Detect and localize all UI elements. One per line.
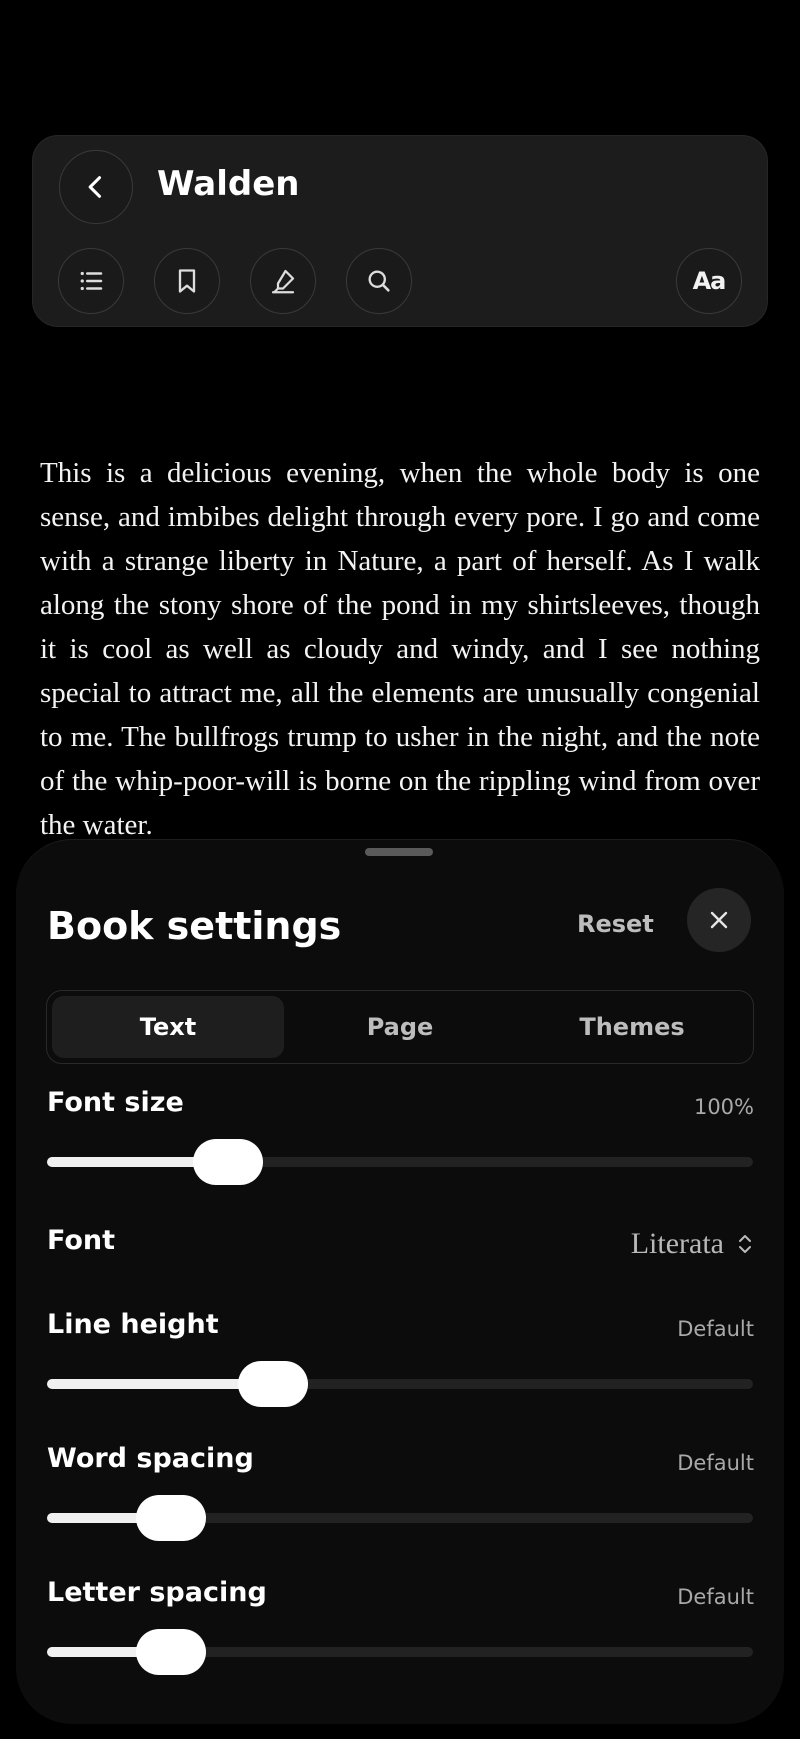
tab-text[interactable]: Text	[52, 996, 284, 1058]
slider-thumb[interactable]	[237, 1361, 308, 1407]
bookmark-icon	[178, 269, 196, 293]
font-size-label: Font size	[47, 1087, 184, 1118]
highlight-button[interactable]	[250, 248, 316, 314]
book-text: This is a delicious evening, when the wh…	[40, 457, 760, 841]
line-height-value: Default	[677, 1317, 754, 1341]
slider-thumb[interactable]	[136, 1495, 207, 1541]
slider-thumb[interactable]	[193, 1139, 264, 1185]
reset-button[interactable]: Reset	[577, 910, 654, 938]
font-select-value: Literata	[630, 1227, 724, 1260]
sheet-drag-handle[interactable]	[365, 848, 433, 856]
tab-themes[interactable]: Themes	[516, 996, 748, 1058]
word-spacing-value: Default	[677, 1451, 754, 1475]
bookmark-button[interactable]	[154, 248, 220, 314]
close-button[interactable]	[687, 888, 751, 952]
highlighter-icon	[271, 269, 295, 294]
tab-page[interactable]: Page	[284, 996, 516, 1058]
letter-spacing-value: Default	[677, 1585, 754, 1609]
font-select[interactable]: Literata	[631, 1227, 754, 1261]
list-icon	[80, 271, 103, 291]
chevron-left-icon	[88, 176, 102, 198]
word-spacing-slider[interactable]	[47, 1495, 753, 1541]
table-of-contents-button[interactable]	[58, 248, 124, 314]
settings-tabs: Text Page Themes	[46, 990, 754, 1064]
letter-spacing-slider[interactable]	[47, 1629, 753, 1675]
sheet-title: Book settings	[47, 904, 342, 948]
text-settings-button[interactable]: Aa	[676, 248, 742, 314]
font-label: Font	[47, 1225, 116, 1256]
chevron-up-down-icon	[739, 1235, 751, 1253]
text-settings-icon: Aa	[692, 267, 727, 295]
search-icon	[368, 270, 390, 292]
close-icon	[710, 911, 728, 929]
font-size-value: 100%	[693, 1095, 754, 1119]
font-size-slider[interactable]	[47, 1139, 753, 1185]
letter-spacing-label: Letter spacing	[47, 1577, 267, 1608]
slider-thumb[interactable]	[136, 1629, 207, 1675]
back-button[interactable]	[59, 150, 133, 224]
word-spacing-label: Word spacing	[47, 1443, 254, 1474]
book-settings-sheet: Book settings Reset Text Page Themes Fon…	[16, 839, 784, 1724]
line-height-slider[interactable]	[47, 1361, 753, 1407]
book-title: Walden	[157, 164, 300, 204]
reader-toolbar: Walden Aa	[32, 135, 768, 327]
search-button[interactable]	[346, 248, 412, 314]
line-height-label: Line height	[47, 1309, 219, 1340]
